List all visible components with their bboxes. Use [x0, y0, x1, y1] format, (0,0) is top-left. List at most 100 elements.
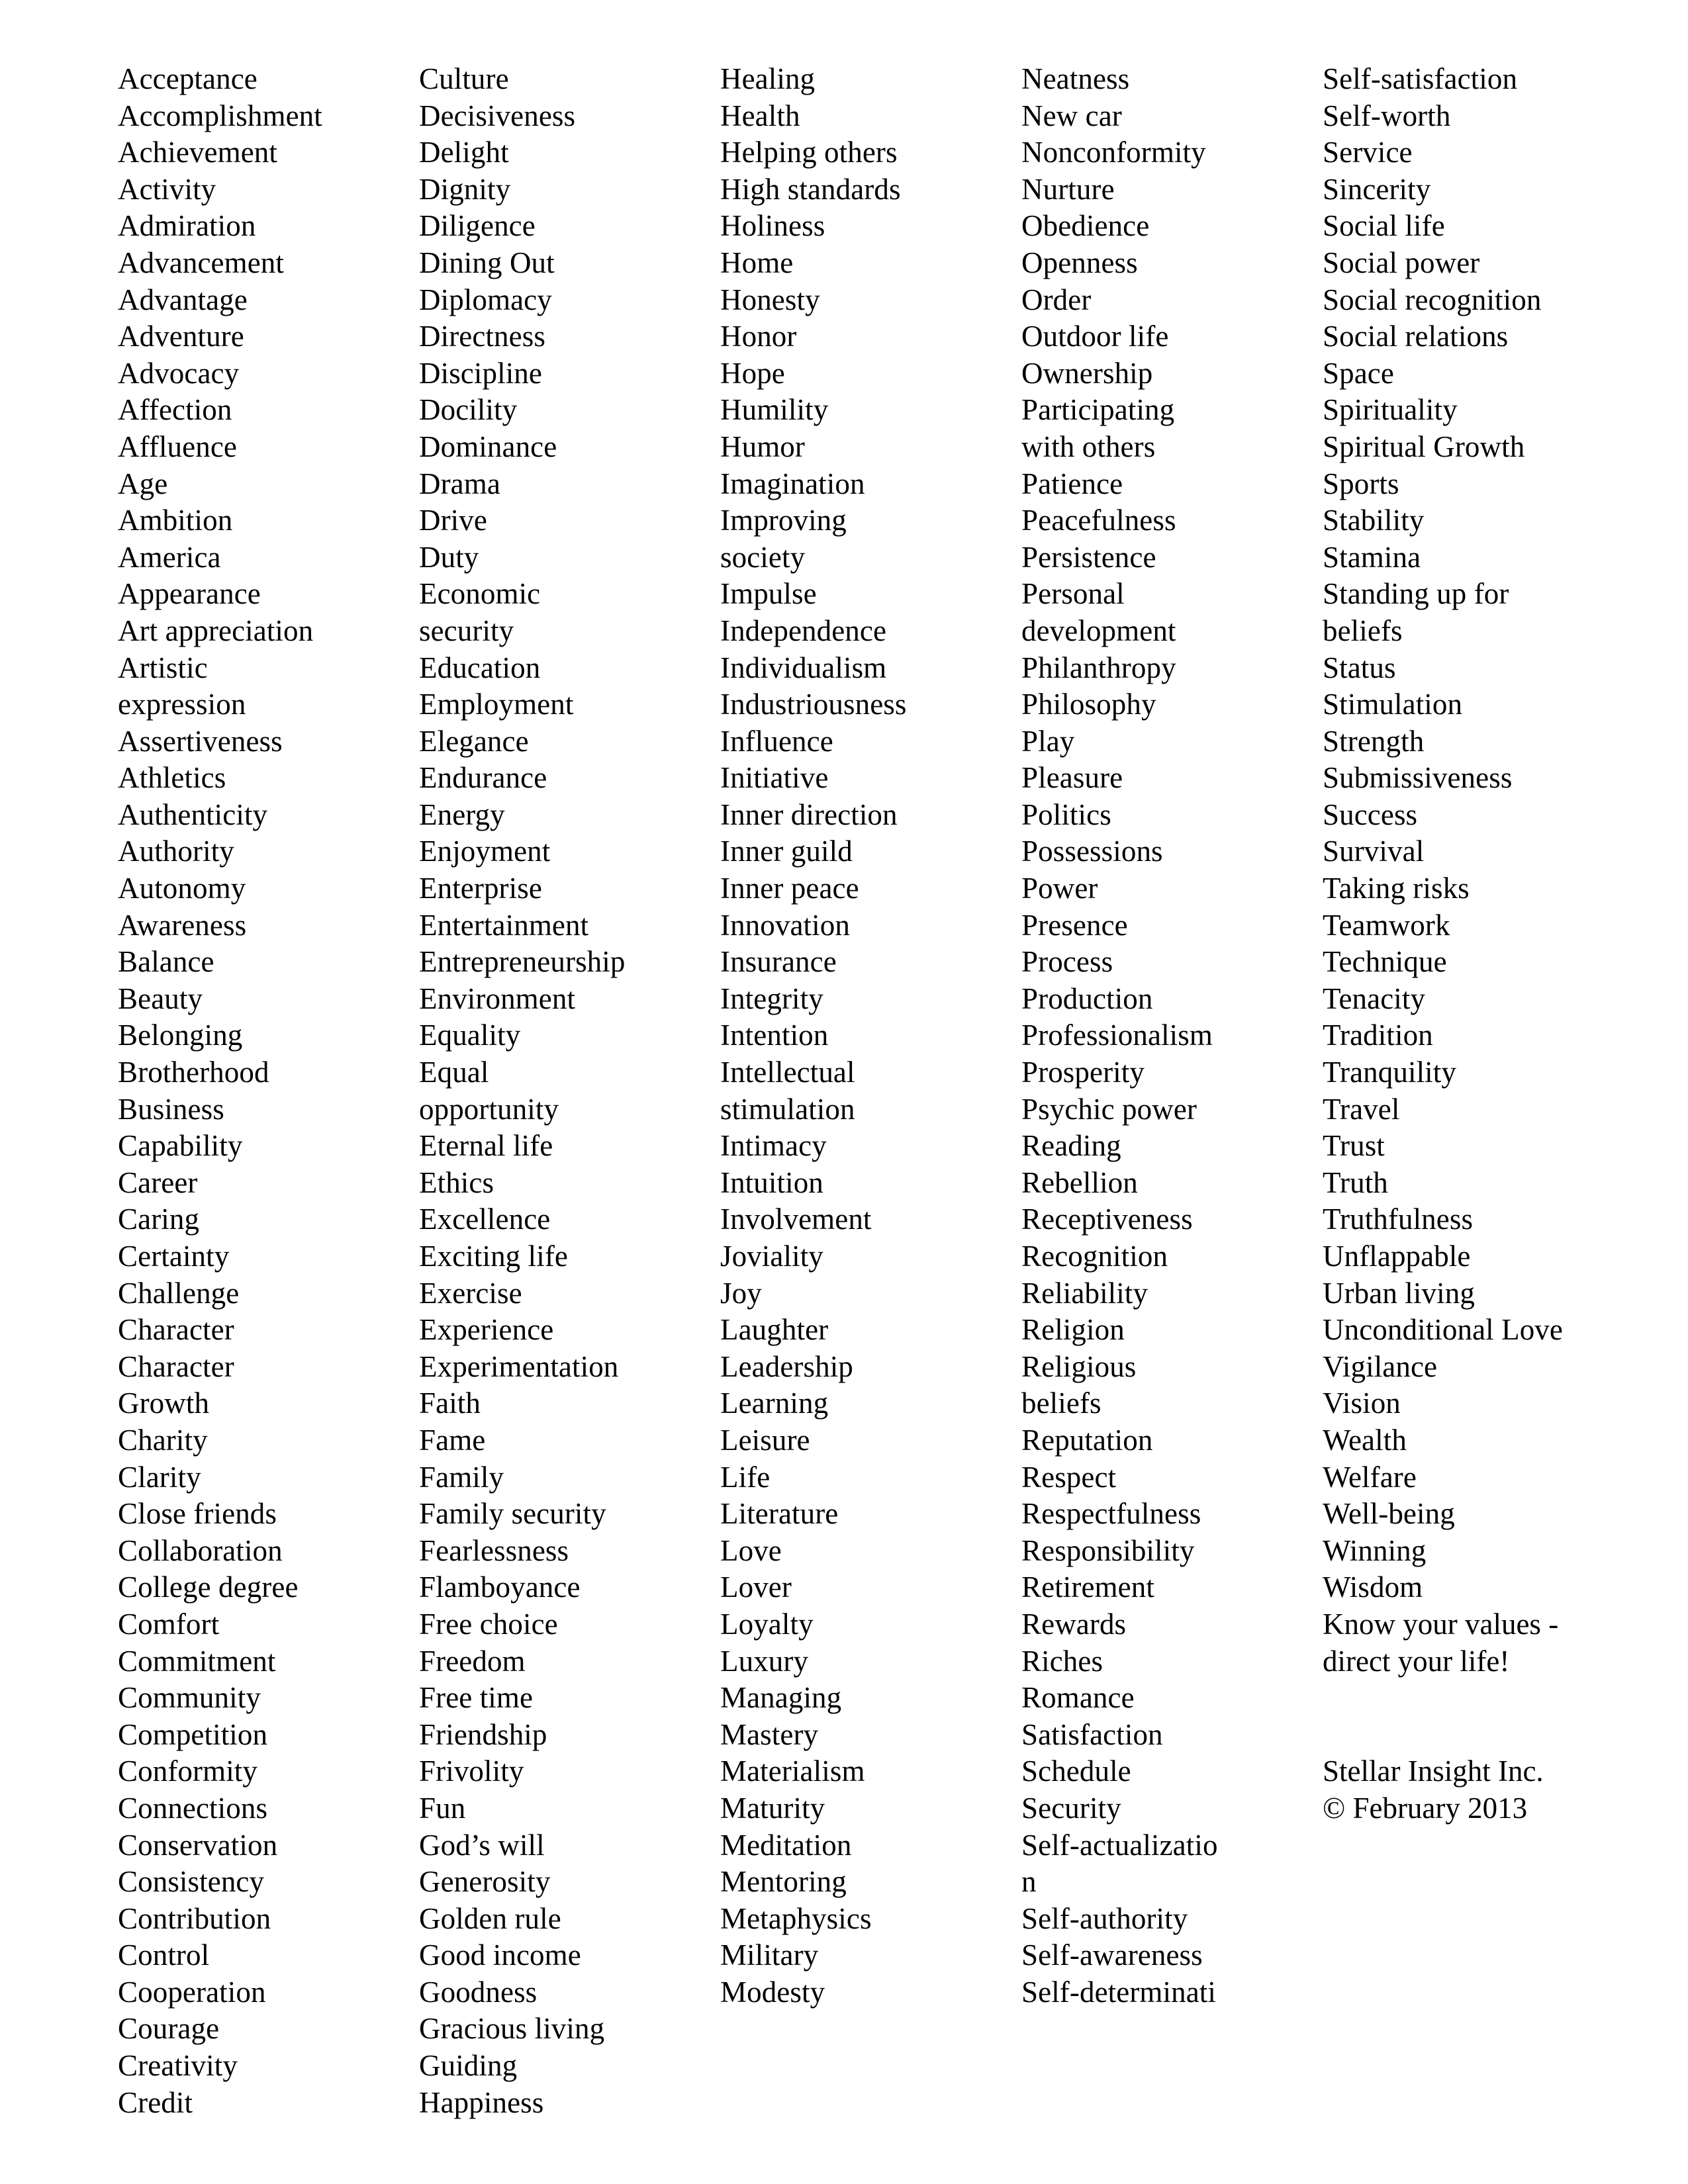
- value-entry: Brotherhood: [118, 1056, 269, 1089]
- value-entry: Tradition: [1323, 1019, 1433, 1052]
- value-entry: Persistence: [1021, 540, 1156, 574]
- value-entry: Delight: [419, 136, 509, 169]
- value-entry: Dining Out: [419, 246, 555, 279]
- value-entry: development: [1021, 614, 1176, 647]
- value-entry: Tenacity: [1323, 981, 1426, 1015]
- value-entry: Hope: [720, 356, 785, 390]
- value-entry: Fun: [419, 1791, 466, 1825]
- value-entry: College degree: [118, 1570, 299, 1604]
- value-entry: Autonomy: [118, 872, 246, 905]
- value-entry: Security: [1021, 1791, 1121, 1825]
- value-entry: Fearlessness: [419, 1533, 569, 1567]
- value-entry: Mastery: [720, 1717, 819, 1751]
- value-entry: Romance: [1021, 1681, 1135, 1715]
- value-entry: Authenticity: [118, 797, 268, 831]
- tagline-text: Know your values - direct your life!: [1323, 1607, 1559, 1678]
- value-entry: Conservation: [118, 1828, 278, 1862]
- value-entry: Production: [1021, 981, 1153, 1015]
- value-entry: expression: [118, 688, 246, 721]
- value-entry: Religion: [1021, 1313, 1125, 1347]
- value-entry: Goodness: [419, 1975, 538, 2009]
- value-entry: Welfare: [1323, 1460, 1417, 1494]
- value-entry: Satisfaction: [1021, 1717, 1163, 1751]
- company-name: Stellar Insight Inc.: [1323, 1754, 1544, 1788]
- value-entry: Capability: [118, 1129, 243, 1163]
- value-entry: Guiding: [419, 2049, 518, 2083]
- value-entry: Entrepreneurship: [419, 945, 626, 979]
- value-entry: Rebellion: [1021, 1165, 1138, 1199]
- value-entry: Generosity: [419, 1865, 551, 1899]
- value-entry: Close friends: [118, 1497, 277, 1531]
- value-entry: n: [1021, 1865, 1037, 1899]
- value-entry: Involvement: [720, 1203, 872, 1236]
- value-entry: Honor: [720, 320, 797, 353]
- value-entry: Decisiveness: [419, 99, 576, 132]
- value-entry: Enterprise: [419, 872, 542, 905]
- footer-spacer: [1323, 1680, 1634, 1753]
- value-entry: Influence: [720, 724, 833, 758]
- value-entry: Equal: [419, 1056, 489, 1089]
- value-entry: Openness: [1021, 246, 1138, 279]
- value-entry: Status: [1323, 651, 1396, 684]
- value-entry: Riches: [1021, 1644, 1103, 1678]
- value-entry: Integrity: [720, 981, 823, 1015]
- value-entry: Stamina: [1323, 540, 1421, 574]
- value-entry: Happiness: [419, 2085, 544, 2119]
- values-column-5: Self-satisfaction Self-worth Service Sincer…: [1323, 61, 1634, 1827]
- value-entry: Enjoyment: [419, 835, 551, 868]
- value-entry: Duty: [419, 540, 479, 574]
- value-entry: Independence: [720, 614, 887, 647]
- value-entry: Acceptance: [118, 62, 258, 95]
- value-entry: Reliability: [1021, 1276, 1149, 1310]
- value-entry: Self-satisfaction: [1323, 62, 1518, 95]
- value-entry: Drive: [419, 504, 487, 537]
- value-entry: Stability: [1323, 504, 1425, 537]
- value-entry: Joviality: [720, 1240, 823, 1273]
- value-entry: America: [118, 540, 221, 574]
- value-entry: Nurture: [1021, 172, 1115, 206]
- value-entry: Collaboration: [118, 1533, 283, 1567]
- value-entry: Social recognition: [1323, 283, 1542, 316]
- value-entry: Responsibility: [1021, 1533, 1195, 1567]
- value-entry: Exciting life: [419, 1240, 568, 1273]
- value-entry: Prosperity: [1021, 1056, 1145, 1089]
- value-entry: Awareness: [118, 908, 247, 942]
- value-entry: Reading: [1021, 1129, 1121, 1163]
- value-entry: Certainty: [118, 1240, 230, 1273]
- value-entry: Free choice: [419, 1607, 558, 1641]
- value-entry: Tranquility: [1323, 1056, 1456, 1089]
- value-entry: Drama: [419, 467, 500, 500]
- value-entry: Gracious living: [419, 2012, 605, 2046]
- value-entry: Education: [419, 651, 541, 684]
- values-column-1: Acceptance Accomplishment Achievement Activ…: [118, 61, 419, 2121]
- value-entry: Commitment: [118, 1644, 276, 1678]
- value-entry: Faith: [419, 1387, 481, 1420]
- value-entry: Eternal life: [419, 1129, 553, 1163]
- value-entry: Religious: [1021, 1349, 1137, 1383]
- value-entry: beliefs: [1323, 614, 1403, 647]
- value-entry: Authority: [118, 835, 234, 868]
- value-entry: Humility: [720, 393, 829, 427]
- value-entry: Art appreciation: [118, 614, 314, 647]
- value-entry: Metaphysics: [720, 1901, 872, 1935]
- value-entry: God’s will: [419, 1828, 545, 1862]
- value-entry: Excellence: [419, 1203, 551, 1236]
- value-entry: Reputation: [1021, 1423, 1153, 1457]
- value-entry: Culture: [419, 62, 509, 95]
- value-entry: Schedule: [1021, 1754, 1131, 1788]
- value-entry: Philanthropy: [1021, 651, 1176, 684]
- value-entry: Literature: [720, 1497, 839, 1531]
- value-entry: Truthfulness: [1323, 1203, 1474, 1236]
- value-entry: Improving: [720, 504, 847, 537]
- value-entry: Credit: [118, 2085, 193, 2119]
- value-entry: Rewards: [1021, 1607, 1127, 1641]
- value-entry: Appearance: [118, 577, 261, 611]
- value-entry: Advocacy: [118, 356, 240, 390]
- value-entry: Humor: [720, 430, 805, 463]
- value-entry: Patience: [1021, 467, 1123, 500]
- value-entry: Trust: [1323, 1129, 1385, 1163]
- value-entry: Professionalism: [1021, 1019, 1213, 1052]
- value-entry: Submissiveness: [1323, 761, 1513, 795]
- value-entry: Elegance: [419, 724, 529, 758]
- value-entry: Ownership: [1021, 356, 1153, 390]
